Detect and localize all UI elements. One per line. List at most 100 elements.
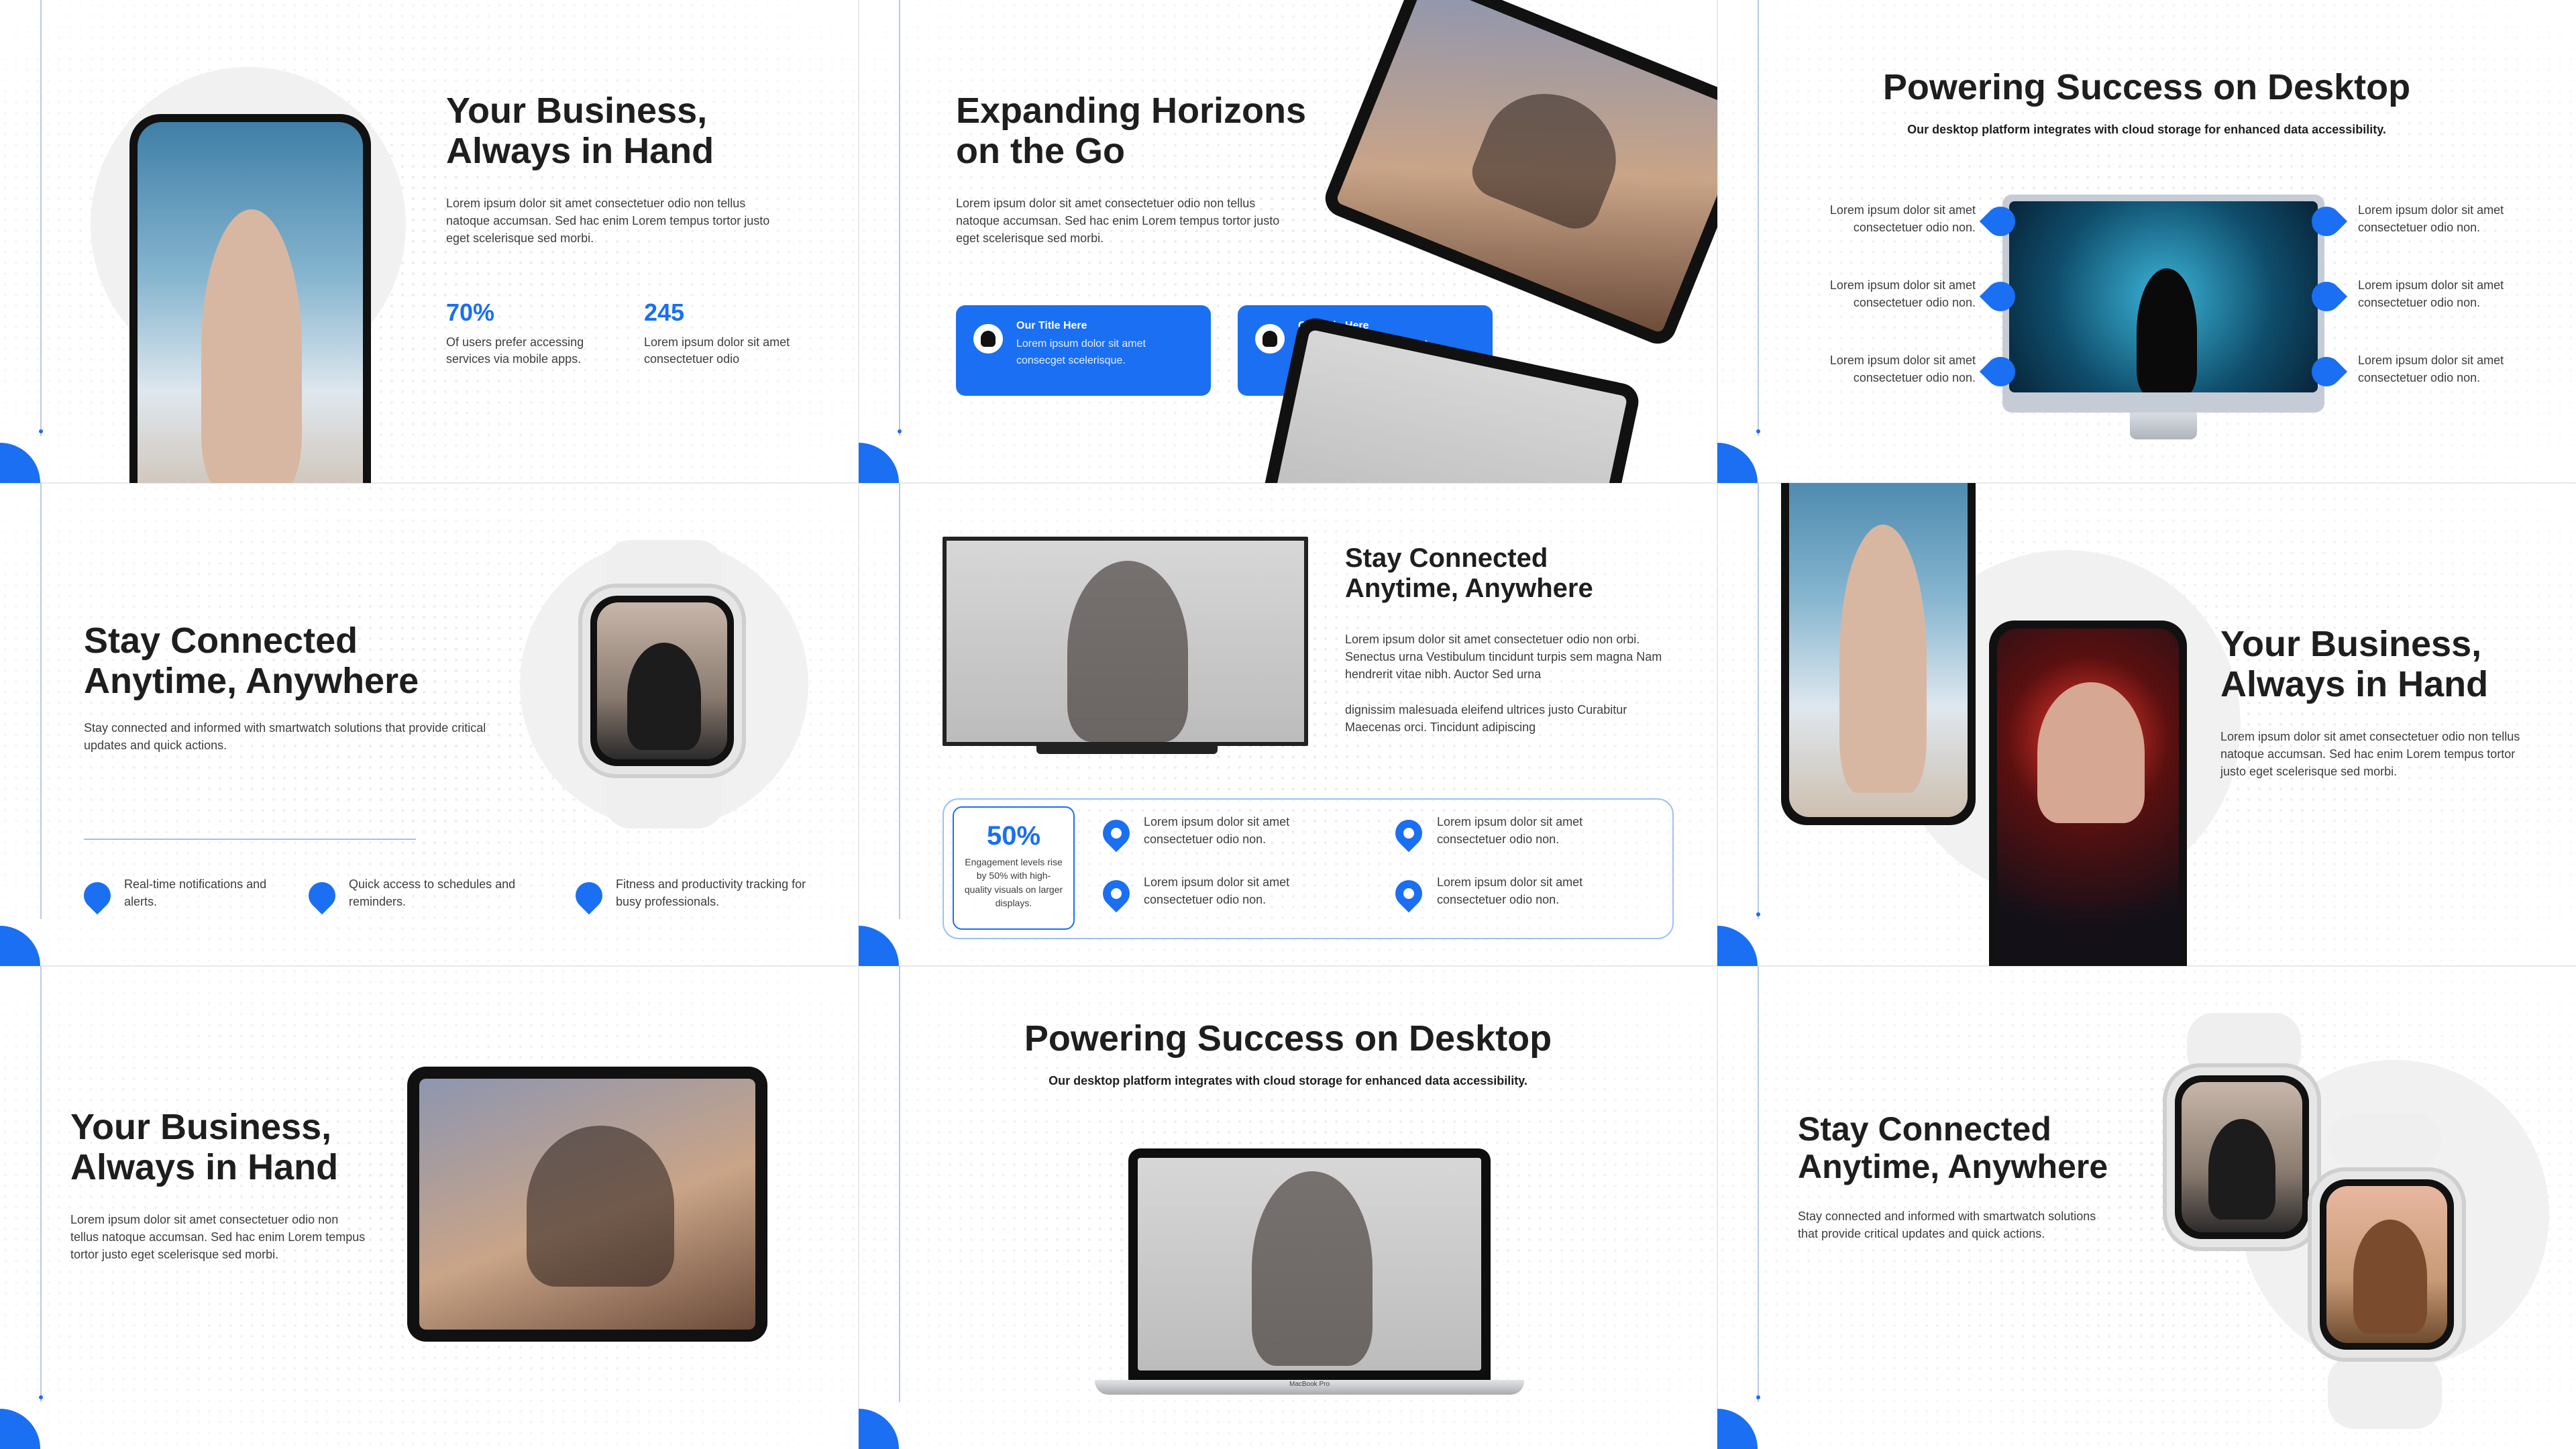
phone-screen-photo: [138, 122, 363, 483]
divider-line: [84, 839, 416, 840]
slide-6[interactable]: Your Business, Always in Hand Lorem ipsu…: [1717, 483, 2576, 966]
slide-edge-dot: [1756, 1395, 1760, 1399]
point-right-2: Lorem ipsum dolor sit amet consectetuer …: [2358, 278, 2504, 310]
person-figure: [201, 209, 302, 483]
point-1: Lorem ipsum dolor sit amet consectetuer …: [1144, 815, 1290, 847]
slide-edge-line: [40, 0, 42, 436]
person-figure: [1839, 525, 1927, 793]
slide-title: Powering Success on Desktop: [1882, 67, 2411, 107]
phone-screen-photo: [1789, 483, 1968, 817]
grid-separator-h2: [0, 965, 2576, 967]
stat-card: 50% Engagement levels rise by 50% with h…: [953, 806, 1075, 930]
stat-value-1: 70%: [446, 299, 495, 326]
monitor-screen-photo: [2009, 201, 2318, 392]
feature-2: Quick access to schedules and reminders.: [349, 877, 516, 909]
slide-3[interactable]: Powering Success on Desktop Our desktop …: [1717, 0, 2576, 483]
corner-accent: [0, 443, 40, 483]
feature-1: Real-time notifications and alerts.: [124, 877, 267, 909]
smartwatch-mockup: [578, 584, 746, 778]
slide-4[interactable]: Stay Connected Anytime, Anywhere Stay co…: [0, 483, 859, 966]
woman-portrait: [2037, 682, 2145, 823]
slide-5[interactable]: Stay Connected Anytime, Anywhere Lorem i…: [859, 483, 1717, 966]
slide-edge-dot: [1756, 912, 1760, 916]
couple-figure: [1464, 74, 1635, 237]
slide-edge-line: [40, 966, 42, 1402]
slide-9[interactable]: Stay Connected Anytime, Anywhere Stay co…: [1717, 966, 2576, 1449]
card-body: Lorem ipsum dolor sit amet consecget sce…: [1016, 338, 1146, 366]
title-line-1: Stay Connected: [1345, 543, 1548, 573]
tablet-mockup: [407, 1067, 767, 1342]
feature-card-1[interactable]: Our Title Here Lorem ipsum dolor sit ame…: [956, 305, 1211, 396]
title-line-1: Stay Connected: [84, 621, 358, 661]
stat-label-1: Of users prefer accessing services via m…: [446, 335, 584, 366]
title-line-1: Your Business,: [70, 1107, 332, 1147]
title-line-2: Always in Hand: [446, 131, 714, 172]
point-left-1: Lorem ipsum dolor sit amet consectetuer …: [1829, 203, 1976, 235]
grid-separator-v1: [858, 0, 859, 1449]
person-figure: [627, 643, 701, 750]
tablet-mockup-top: [1320, 0, 1717, 350]
person-silhouette: [2137, 268, 2197, 392]
desktop-monitor-mockup: [2002, 195, 2324, 413]
slide-body: Lorem ipsum dolor sit amet consectetuer …: [956, 197, 1280, 246]
slide-title: Your Business, Always in Hand: [70, 1107, 338, 1188]
watch-band-bottom: [2328, 1355, 2442, 1429]
slide-edge-dot: [39, 429, 43, 433]
smartwatch-mockup-front: [2308, 1167, 2466, 1362]
feature-3: Fitness and productivity tracking for bu…: [616, 877, 806, 909]
corner-accent: [859, 926, 899, 966]
location-pin-icon: [303, 876, 341, 915]
smartwatch-mockup-back: [2163, 1063, 2321, 1251]
slide-1[interactable]: Your Business, Always in Hand Lorem ipsu…: [0, 0, 859, 483]
point-4: Lorem ipsum dolor sit amet consectetuer …: [1437, 875, 1583, 907]
title-line-2: Always in Hand: [2220, 664, 2489, 705]
slide-edge-line: [1758, 966, 1759, 1402]
user-avatar-icon: [1255, 324, 1285, 354]
slide-body: Lorem ipsum dolor sit amet consectetuer …: [70, 1213, 366, 1262]
slide-body: Lorem ipsum dolor sit amet consectetuer …: [2220, 730, 2520, 779]
corner-accent: [0, 1409, 40, 1449]
corner-accent: [1717, 926, 1758, 966]
couple-figure: [1252, 1171, 1373, 1366]
title-line-1: Expanding Horizons: [956, 91, 1307, 131]
tv-screen-photo: [947, 541, 1304, 742]
slide-7[interactable]: Your Business, Always in Hand Lorem ipsu…: [0, 966, 859, 1449]
couple-figure: [527, 1126, 674, 1287]
watch-screen: [590, 596, 734, 766]
point-left-2: Lorem ipsum dolor sit amet consectetuer …: [1829, 278, 1976, 310]
title-line-2: Always in Hand: [70, 1147, 339, 1188]
point-2: Lorem ipsum dolor sit amet consectetuer …: [1144, 875, 1290, 907]
corner-accent: [1717, 1409, 1758, 1449]
corner-accent: [859, 443, 899, 483]
slide-title: Powering Success on Desktop: [1024, 1018, 1552, 1059]
user-avatar-icon: [973, 324, 1003, 354]
watch-screen: [2320, 1179, 2454, 1350]
tv-stand: [1036, 746, 1218, 754]
title-line-1: Your Business,: [2220, 624, 2482, 664]
title-line-1: Stay Connected: [1798, 1110, 2051, 1148]
tablet-screen-photo: [1335, 0, 1717, 334]
slide-2[interactable]: Expanding Horizons on the Go Lorem ipsum…: [859, 0, 1717, 483]
title-line-2: Anytime, Anywhere: [1345, 573, 1593, 603]
watch-band-top-2: [2328, 1114, 2442, 1167]
watch-screen: [2175, 1075, 2309, 1239]
laptop-mockup: [1128, 1148, 1491, 1380]
title-line-2: on the Go: [956, 131, 1125, 172]
slide-8[interactable]: Powering Success on Desktop Our desktop …: [859, 966, 1717, 1449]
tv-monitor-mockup: [943, 537, 1308, 746]
woman-figure: [2353, 1220, 2427, 1334]
watch-screen-photo: [597, 602, 727, 759]
stat-value-2: 245: [644, 299, 685, 326]
slide-edge-line: [40, 483, 42, 919]
laptop-base: MacBook Pro: [1095, 1380, 1524, 1395]
phone-screen-photo: [1997, 629, 2179, 966]
watch-screen-photo: [2182, 1082, 2302, 1232]
point-right-1: Lorem ipsum dolor sit amet consectetuer …: [2358, 203, 2504, 235]
slide-title: Stay Connected Anytime, Anywhere: [1345, 543, 1593, 604]
laptop-label: MacBook Pro: [1289, 1381, 1330, 1388]
corner-accent: [1717, 443, 1758, 483]
title-line-2: Anytime, Anywhere: [1798, 1148, 2108, 1185]
slide-title: Stay Connected Anytime, Anywhere: [84, 621, 419, 702]
tablet-screen-photo: [419, 1079, 755, 1330]
slide-body: Stay connected and informed with smartwa…: [1798, 1210, 2096, 1241]
